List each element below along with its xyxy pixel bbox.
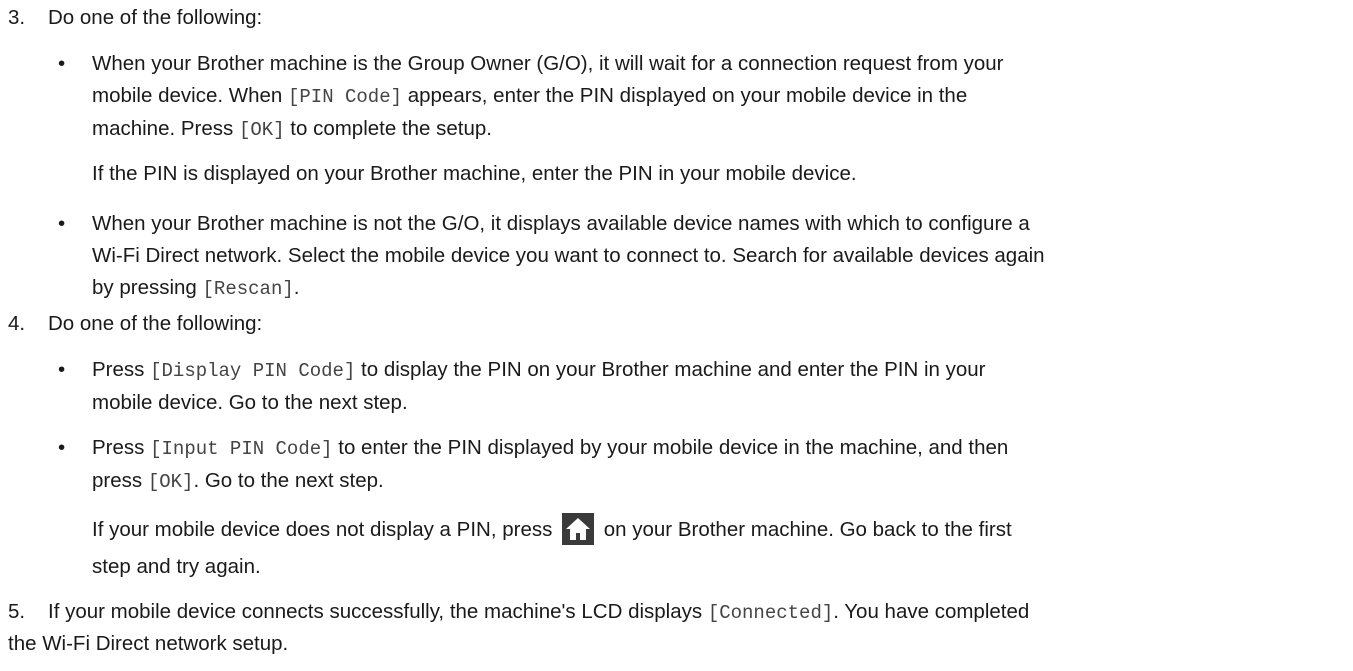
step-3-note: If the PIN is displayed on your Brother … — [92, 162, 857, 185]
text-line: by pressing [Rescan]. — [92, 272, 1342, 305]
text-run: mobile device. When — [92, 84, 288, 107]
text-run: on your Brother machine. Go back to the … — [598, 518, 1012, 541]
step-4-note: If your mobile device does not display a… — [92, 508, 1342, 582]
ok-label: [OK] — [147, 471, 194, 493]
text-run: by pressing — [92, 276, 203, 299]
step-heading: Do one of the following: — [48, 6, 263, 29]
display-pin-code-label: [Display PIN Code] — [150, 360, 356, 382]
pin-code-label: [PIN Code] — [287, 86, 403, 108]
input-pin-code-label: [Input PIN Code] — [150, 438, 333, 460]
text-run: Press — [92, 436, 151, 459]
bullet-text: When your Brother machine is the Group O… — [92, 48, 1342, 146]
text-run: Press — [92, 358, 151, 381]
bullet-marker: • — [58, 436, 66, 459]
rescan-label: [Rescan] — [202, 278, 294, 300]
step-5-continuation: the Wi-Fi Direct network setup. — [8, 632, 289, 655]
text-line: machine. Press [OK] to complete the setu… — [92, 113, 1342, 146]
bullet-marker: • — [58, 52, 66, 75]
text-run: press — [92, 469, 148, 492]
text-line: mobile device. When [PIN Code] appears, … — [92, 80, 1342, 113]
text-run: appears, enter the PIN displayed on your… — [402, 84, 968, 107]
home-icon — [562, 512, 595, 545]
text-run: . You have completed — [833, 600, 1030, 623]
text-run: to enter the PIN displayed by your mobil… — [332, 436, 1009, 459]
text-line: When your Brother machine is the Group O… — [92, 52, 1004, 75]
text-line: When your Brother machine is not the G/O… — [92, 212, 1030, 235]
text-run: machine. Press — [92, 117, 239, 140]
step-number: 4. — [8, 312, 26, 335]
text-line: mobile device. Go to the next step. — [92, 391, 408, 414]
text-line: If your mobile device connects successfu… — [48, 596, 1029, 629]
text-line: press [OK]. Go to the next step. — [92, 465, 1342, 498]
text-line: Wi-Fi Direct network. Select the mobile … — [92, 244, 1045, 267]
step-number: 3. — [8, 6, 26, 29]
connected-label: [Connected] — [707, 602, 834, 624]
bullet-text: Press [Input PIN Code] to enter the PIN … — [92, 432, 1342, 498]
text-line: Press [Input PIN Code] to enter the PIN … — [92, 432, 1342, 465]
text-line: Press [Display PIN Code] to display the … — [92, 354, 1342, 387]
ok-label: [OK] — [238, 119, 285, 141]
text-run: If your mobile device connects successfu… — [48, 600, 708, 623]
text-run: to display the PIN on your Brother machi… — [355, 358, 986, 381]
bullet-text: When your Brother machine is not the G/O… — [92, 208, 1342, 305]
step-number: 5. — [8, 600, 26, 623]
manual-page: 3. Do one of the following: • When your … — [0, 0, 1353, 671]
step-text: If your mobile device connects successfu… — [48, 596, 1029, 629]
step-heading: Do one of the following: — [48, 312, 263, 335]
text-run: to complete the setup. — [284, 117, 492, 140]
bullet-text: Press [Display PIN Code] to display the … — [92, 354, 1342, 419]
text-run: . Go to the next step. — [193, 469, 384, 492]
bullet-marker: • — [58, 358, 66, 381]
text-run: If your mobile device does not display a… — [92, 518, 559, 541]
text-line: step and try again. — [92, 555, 261, 578]
text-line: If your mobile device does not display a… — [92, 508, 1342, 552]
text-run: . — [293, 276, 300, 299]
bullet-marker: • — [58, 212, 66, 235]
